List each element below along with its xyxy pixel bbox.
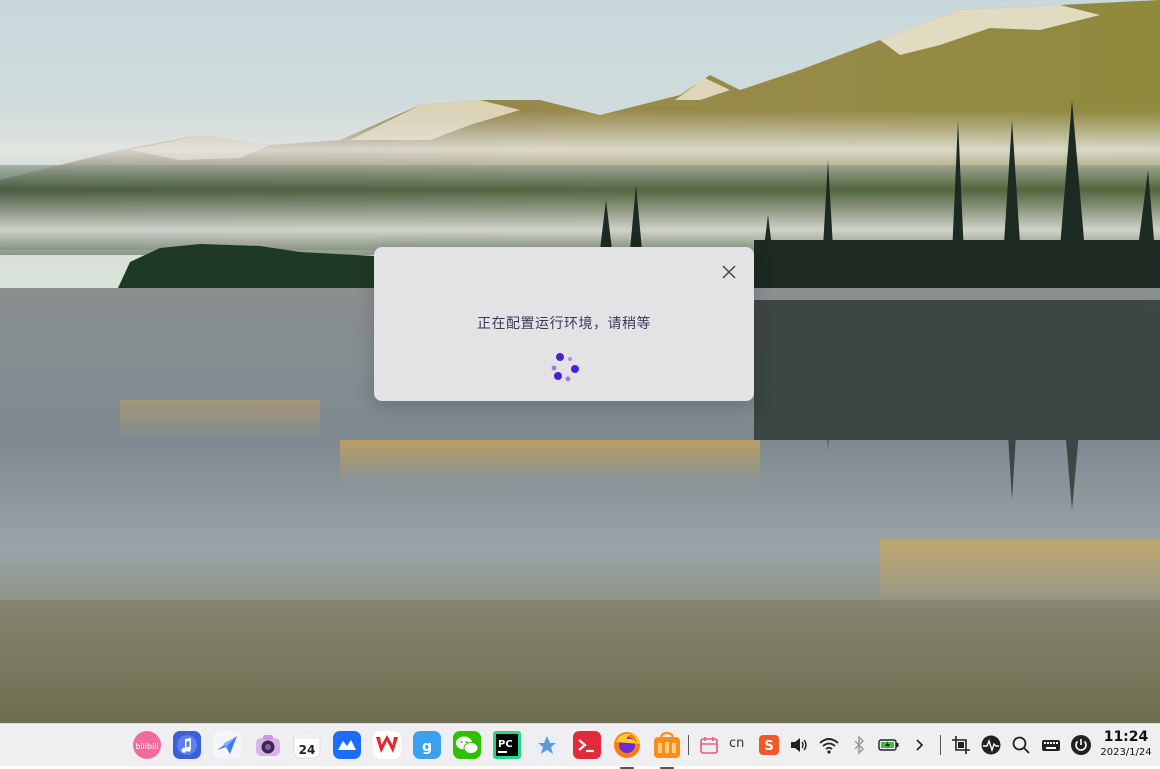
software-store-app[interactable]: [652, 730, 682, 769]
onscreen-keyboard-button[interactable]: [1040, 734, 1062, 756]
tencent-meeting-app[interactable]: [332, 730, 362, 760]
music-icon: [173, 731, 201, 759]
system-monitor-button[interactable]: [980, 734, 1002, 756]
power-icon: [1071, 735, 1091, 755]
svg-text:bilibili: bilibili: [135, 742, 159, 751]
input-method-indicator[interactable]: cn: [729, 736, 744, 751]
tray-expand-button[interactable]: [908, 734, 930, 756]
volume-icon: [791, 738, 807, 752]
search-icon: [1012, 736, 1030, 754]
bluetooth-button[interactable]: [848, 734, 870, 756]
svg-text:S: S: [764, 739, 773, 754]
clock-time: 11:24: [1103, 729, 1149, 745]
volume-button[interactable]: [788, 734, 810, 756]
pycharm-icon: PC: [493, 731, 521, 759]
tencent-meeting-icon: [333, 731, 361, 759]
svg-text:24: 24: [299, 743, 316, 757]
svg-text:g: g: [422, 739, 432, 755]
close-button[interactable]: [718, 261, 740, 283]
kylin-icon: [534, 732, 560, 758]
lark-icon: [213, 731, 241, 759]
wps-app[interactable]: [372, 730, 402, 760]
firefox-icon: [614, 732, 640, 758]
pycharm-app[interactable]: PC: [492, 730, 522, 760]
tray-divider: [940, 735, 941, 755]
kylin-app[interactable]: [532, 730, 562, 760]
tray-calendar-button[interactable]: [698, 734, 720, 756]
chevron-right-icon: [916, 739, 924, 751]
loading-spinner-icon: [550, 353, 580, 383]
sogou-app[interactable]: g: [412, 730, 442, 760]
close-icon: [722, 265, 736, 279]
calendar-app[interactable]: 24: [292, 730, 322, 760]
taskbar-divider: [688, 735, 689, 755]
screenshot-icon: [952, 736, 970, 754]
bilibili-icon: bilibili: [133, 731, 161, 759]
bilibili-app[interactable]: bilibili: [132, 730, 162, 760]
sogou-icon: g: [413, 731, 441, 759]
camera-icon: [256, 735, 280, 756]
lark-app[interactable]: [212, 730, 242, 760]
music-app[interactable]: [172, 730, 202, 760]
camera-app[interactable]: [253, 730, 283, 760]
taskbar: bilibili 24 g PC cn S 11:24 2023/1/24: [0, 723, 1160, 769]
battery-charging-icon: [878, 739, 899, 751]
wps-icon: [373, 731, 401, 759]
wifi-button[interactable]: [818, 734, 840, 756]
bluetooth-icon: [854, 735, 865, 755]
loading-message: 正在配置运行环境，请稍等: [477, 316, 651, 332]
wifi-icon: [819, 738, 839, 754]
keyboard-icon: [1042, 740, 1060, 751]
sogou-ime-button[interactable]: S: [758, 734, 780, 756]
system-monitor-icon: [981, 735, 1001, 755]
screenshot-button[interactable]: [950, 734, 972, 756]
wechat-app[interactable]: [452, 730, 482, 760]
terminal-icon: [573, 731, 601, 759]
terminal-app[interactable]: [572, 730, 602, 760]
clock[interactable]: 11:24 2023/1/24: [1096, 728, 1156, 760]
firefox-app[interactable]: [612, 730, 642, 769]
calendar-icon: 24: [293, 731, 321, 759]
power-button[interactable]: [1070, 734, 1092, 756]
search-button[interactable]: [1010, 734, 1032, 756]
battery-button[interactable]: [878, 734, 900, 756]
loading-dialog: 正在配置运行环境，请稍等: [374, 247, 754, 401]
sogou-ime-icon: S: [759, 735, 779, 755]
software-store-icon: [654, 731, 680, 758]
clock-date: 2023/1/24: [1100, 747, 1152, 758]
tray-calendar-icon: [700, 737, 718, 754]
wechat-icon: [453, 731, 481, 759]
svg-text:PC: PC: [498, 739, 513, 750]
